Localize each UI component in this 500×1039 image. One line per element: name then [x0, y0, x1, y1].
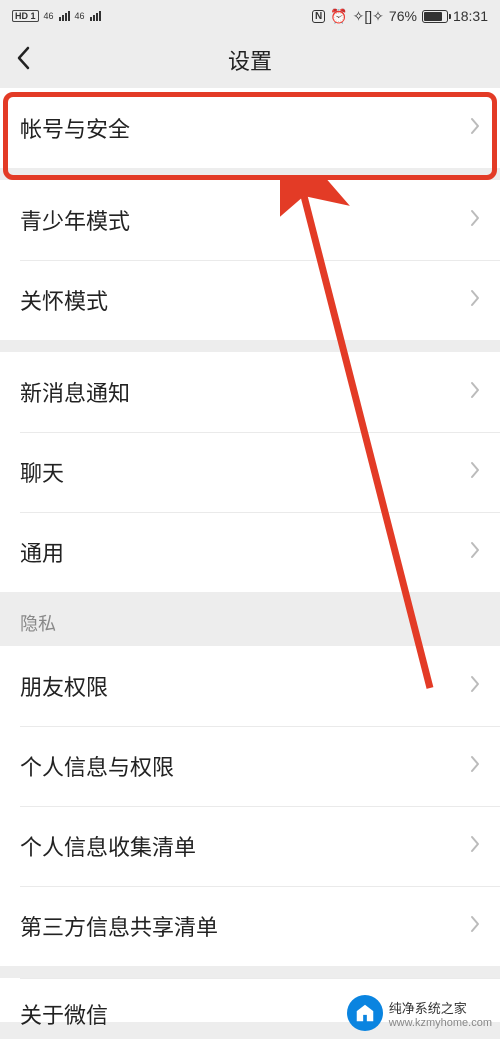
chevron-right-icon	[470, 673, 480, 699]
list-group-general: 新消息通知 聊天 通用	[0, 352, 500, 592]
item-general[interactable]: 通用	[0, 512, 500, 592]
chevron-right-icon	[470, 913, 480, 939]
watermark-url: www.kzmyhome.com	[389, 1017, 492, 1029]
back-button[interactable]	[16, 46, 30, 74]
signal-icon-2	[90, 11, 101, 21]
item-chat[interactable]: 聊天	[0, 432, 500, 512]
status-left: HD 1 46 46	[12, 10, 101, 22]
status-time: 18:31	[453, 8, 488, 24]
status-bar: HD 1 46 46 N ⏰ ✧[]✧ 76% 18:31	[0, 0, 500, 32]
item-friend-permissions[interactable]: 朋友权限	[0, 646, 500, 726]
item-info-collection-list[interactable]: 个人信息收集清单	[0, 806, 500, 886]
chevron-right-icon	[470, 115, 480, 141]
battery-icon	[422, 10, 448, 23]
item-label: 第三方信息共享清单	[20, 910, 218, 942]
battery-pct: 76%	[389, 8, 417, 24]
chevron-right-icon	[470, 753, 480, 779]
item-label: 关于微信	[20, 998, 108, 1030]
signal-sup-1: 46	[44, 11, 54, 21]
watermark-text: 纯净系统之家 www.kzmyhome.com	[389, 998, 492, 1029]
item-label: 朋友权限	[20, 670, 108, 702]
section-gap	[0, 966, 500, 978]
item-third-party-share-list[interactable]: 第三方信息共享清单	[0, 886, 500, 966]
item-personal-info-permissions[interactable]: 个人信息与权限	[0, 726, 500, 806]
item-label: 关怀模式	[20, 284, 108, 316]
item-label: 个人信息与权限	[20, 750, 174, 782]
item-account-security[interactable]: 帐号与安全	[0, 88, 500, 168]
signal-sup-2: 46	[75, 11, 85, 21]
item-label: 帐号与安全	[20, 112, 130, 144]
vibrate-icon: ✧[]✧	[353, 8, 384, 25]
nav-header: 设置	[0, 32, 500, 88]
hd-badge: HD 1	[12, 10, 39, 22]
item-care-mode[interactable]: 关怀模式	[0, 260, 500, 340]
chevron-right-icon	[470, 833, 480, 859]
alarm-icon: ⏰	[330, 8, 347, 25]
list-group-account: 帐号与安全	[0, 88, 500, 168]
nfc-icon: N	[312, 10, 325, 23]
item-label: 个人信息收集清单	[20, 830, 196, 862]
status-right: N ⏰ ✧[]✧ 76% 18:31	[312, 8, 488, 25]
chevron-right-icon	[470, 207, 480, 233]
signal-icon	[59, 11, 70, 21]
list-group-modes: 青少年模式 关怀模式	[0, 180, 500, 340]
item-notifications[interactable]: 新消息通知	[0, 352, 500, 432]
watermark-icon	[347, 995, 383, 1031]
section-gap	[0, 168, 500, 180]
watermark: 纯净系统之家 www.kzmyhome.com	[347, 995, 492, 1031]
chevron-left-icon	[16, 46, 30, 70]
item-youth-mode[interactable]: 青少年模式	[0, 180, 500, 260]
item-label: 通用	[20, 536, 64, 568]
chevron-right-icon	[470, 287, 480, 313]
watermark-name: 纯净系统之家	[389, 998, 492, 1017]
item-label: 青少年模式	[20, 204, 130, 236]
item-label: 聊天	[20, 456, 64, 488]
chevron-right-icon	[470, 379, 480, 405]
chevron-right-icon	[470, 459, 480, 485]
section-gap	[0, 340, 500, 352]
section-header-privacy: 隐私	[0, 592, 500, 646]
chevron-right-icon	[470, 539, 480, 565]
item-label: 新消息通知	[20, 376, 130, 408]
list-group-privacy: 朋友权限 个人信息与权限 个人信息收集清单 第三方信息共享清单	[0, 646, 500, 966]
page-title: 设置	[0, 44, 500, 76]
